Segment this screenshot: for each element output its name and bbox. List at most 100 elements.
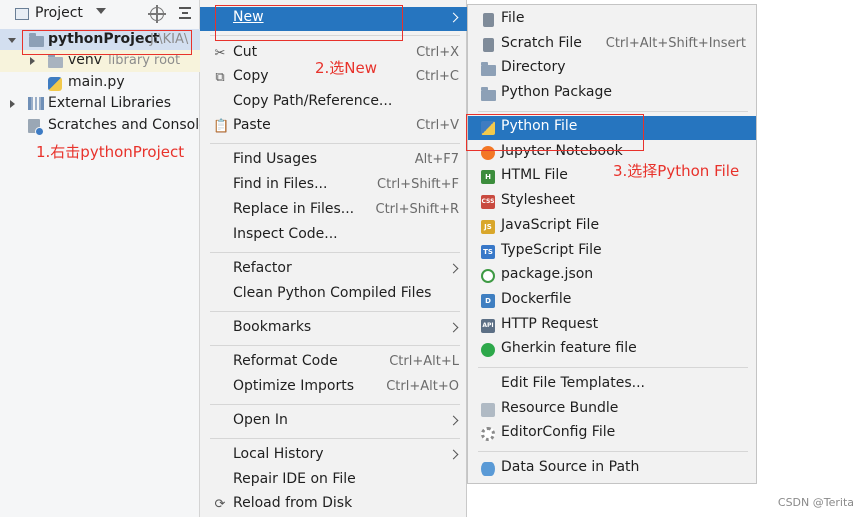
- submenu-item-http-request-label: HTTP Request: [501, 316, 599, 332]
- submenu-item-typescript-file[interactable]: TS TypeScript File: [468, 240, 756, 264]
- collapse-all-icon[interactable]: [179, 6, 191, 20]
- scissors-icon: ✂: [214, 46, 226, 61]
- menu-item-local-history[interactable]: Local History: [200, 444, 467, 468]
- submenu-item-python-package[interactable]: Python Package: [468, 82, 756, 106]
- submenu-arrow-icon: [448, 415, 459, 426]
- menu-item-optimize-imports-label: Optimize Imports: [233, 378, 354, 394]
- scratch-file-icon: [483, 38, 494, 52]
- submenu-item-javascript-file[interactable]: JS JavaScript File: [468, 215, 756, 239]
- submenu-item-directory-label: Directory: [501, 59, 566, 75]
- menu-item-bookmarks[interactable]: Bookmarks: [200, 317, 467, 341]
- submenu-arrow-icon: [448, 322, 459, 333]
- submenu-item-data-source[interactable]: Data Source in Path: [468, 457, 756, 481]
- tree-node-scratches[interactable]: Scratches and Consoles: [0, 115, 215, 137]
- resource-bundle-icon: [481, 403, 495, 417]
- chevron-down-icon[interactable]: [96, 8, 106, 14]
- submenu-item-html-file-label: HTML File: [501, 167, 568, 183]
- collapse-arrow-icon[interactable]: [10, 100, 15, 108]
- submenu-item-file[interactable]: File: [468, 8, 756, 32]
- menu-item-inspect-code[interactable]: Inspect Code...: [200, 224, 467, 248]
- folder-icon: [481, 62, 496, 76]
- menu-item-optimize-imports[interactable]: Optimize Imports Ctrl+Alt+O: [200, 376, 467, 400]
- clock-badge-icon: [35, 127, 44, 136]
- submenu-arrow-icon: [448, 12, 459, 23]
- submenu-item-edit-templates[interactable]: Edit File Templates...: [468, 373, 756, 397]
- submenu-item-python-package-label: Python Package: [501, 84, 613, 100]
- gear-icon: [481, 427, 495, 441]
- menu-item-find-in-files-label: Find in Files...: [233, 176, 328, 192]
- menu-item-reload-from-disk[interactable]: ⟳ Reload from Disk: [200, 493, 467, 517]
- menu-item-repair-ide[interactable]: Repair IDE on File: [200, 469, 467, 493]
- menu-item-local-history-label: Local History: [233, 446, 324, 462]
- menu-item-reload-from-disk-label: Reload from Disk: [233, 495, 353, 511]
- submenu-item-typescript-file-label: TypeScript File: [501, 242, 602, 258]
- menu-item-repair-ide-label: Repair IDE on File: [233, 471, 356, 487]
- annotation-box-new: [215, 5, 403, 41]
- submenu-item-package-json[interactable]: package.json: [468, 264, 756, 288]
- project-view-title[interactable]: Project: [35, 5, 83, 21]
- cucumber-icon: [481, 343, 495, 357]
- find-usages-shortcut: Alt+F7: [414, 152, 459, 167]
- scratch-file-shortcut: Ctrl+Alt+Shift+Insert: [605, 36, 746, 51]
- tree-node-external-libraries[interactable]: External Libraries: [0, 93, 200, 115]
- database-icon: [481, 462, 495, 476]
- menu-separator: [210, 143, 460, 144]
- submenu-arrow-icon: [448, 449, 459, 460]
- copy-shortcut: Ctrl+C: [415, 69, 459, 84]
- submenu-item-scratch-file[interactable]: Scratch File Ctrl+Alt+Shift+Insert: [468, 33, 756, 57]
- submenu-item-stylesheet-label: Stylesheet: [501, 192, 576, 208]
- clipboard-icon: 📋: [213, 119, 230, 134]
- find-in-files-shortcut: Ctrl+Shift+F: [377, 177, 459, 192]
- library-folder-icon: [48, 54, 63, 68]
- project-view-icon: [15, 8, 29, 20]
- menu-item-paste[interactable]: 📋 Paste Ctrl+V: [200, 115, 467, 139]
- menu-item-reformat-code-label: Reformat Code: [233, 353, 338, 369]
- submenu-item-resource-bundle-label: Resource Bundle: [501, 400, 619, 416]
- library-root-note: library root: [108, 53, 181, 68]
- submenu-item-directory[interactable]: Directory: [468, 57, 756, 81]
- menu-item-find-in-files[interactable]: Find in Files... Ctrl+Shift+F: [200, 174, 467, 198]
- expand-arrow-icon[interactable]: [8, 38, 16, 43]
- submenu-item-dockerfile[interactable]: D Dockerfile: [468, 289, 756, 313]
- submenu-item-editorconfig[interactable]: EditorConfig File: [468, 422, 756, 446]
- typescript-file-icon: TS: [481, 245, 495, 259]
- libraries-icon: [28, 97, 44, 110]
- menu-item-open-in[interactable]: Open In: [200, 410, 467, 434]
- menu-separator: [478, 111, 748, 112]
- menu-separator: [210, 438, 460, 439]
- menu-item-paste-label: Paste: [233, 117, 271, 133]
- submenu-item-javascript-file-label: JavaScript File: [501, 217, 600, 233]
- menu-item-clean-compiled-label: Clean Python Compiled Files: [233, 285, 432, 301]
- package-folder-icon: [481, 87, 496, 101]
- reformat-code-shortcut: Ctrl+Alt+L: [389, 354, 459, 369]
- menu-item-bookmarks-label: Bookmarks: [233, 319, 312, 335]
- submenu-item-http-request[interactable]: API HTTP Request: [468, 314, 756, 338]
- menu-separator: [478, 451, 748, 452]
- locate-file-icon[interactable]: [148, 5, 166, 23]
- menu-separator: [210, 311, 460, 312]
- menu-separator: [210, 345, 460, 346]
- python-file-icon: [48, 77, 62, 91]
- menu-item-copy-path[interactable]: Copy Path/Reference...: [200, 91, 467, 115]
- menu-item-replace-in-files[interactable]: Replace in Files... Ctrl+Shift+R: [200, 199, 467, 223]
- collapse-arrow-icon[interactable]: [30, 57, 35, 65]
- npm-package-icon: [481, 269, 495, 283]
- menu-item-find-usages[interactable]: Find Usages Alt+F7: [200, 149, 467, 173]
- menu-item-open-in-label: Open In: [233, 412, 288, 428]
- menu-item-reformat-code[interactable]: Reformat Code Ctrl+Alt+L: [200, 351, 467, 375]
- new-submenu: File Scratch File Ctrl+Alt+Shift+Insert …: [467, 4, 757, 484]
- submenu-item-edit-templates-label: Edit File Templates...: [501, 375, 645, 391]
- tree-node-main-py[interactable]: main.py: [0, 72, 200, 94]
- submenu-item-resource-bundle[interactable]: Resource Bundle: [468, 398, 756, 422]
- menu-item-cut-label: Cut: [233, 44, 258, 60]
- submenu-item-gherkin[interactable]: Gherkin feature file: [468, 338, 756, 362]
- menu-separator: [210, 252, 460, 253]
- main-file-label: main.py: [68, 74, 125, 90]
- menu-item-refactor[interactable]: Refactor: [200, 258, 467, 282]
- copy-icon: ⧉: [215, 70, 225, 85]
- annotation-box-python-file: [466, 114, 644, 151]
- annotation-box-project: [22, 30, 192, 55]
- submenu-item-stylesheet[interactable]: CSS Stylesheet: [468, 190, 756, 214]
- project-tool-window: Project pythonProject J:\KIA\ venv librar…: [0, 0, 215, 517]
- menu-item-clean-compiled[interactable]: Clean Python Compiled Files: [200, 283, 467, 307]
